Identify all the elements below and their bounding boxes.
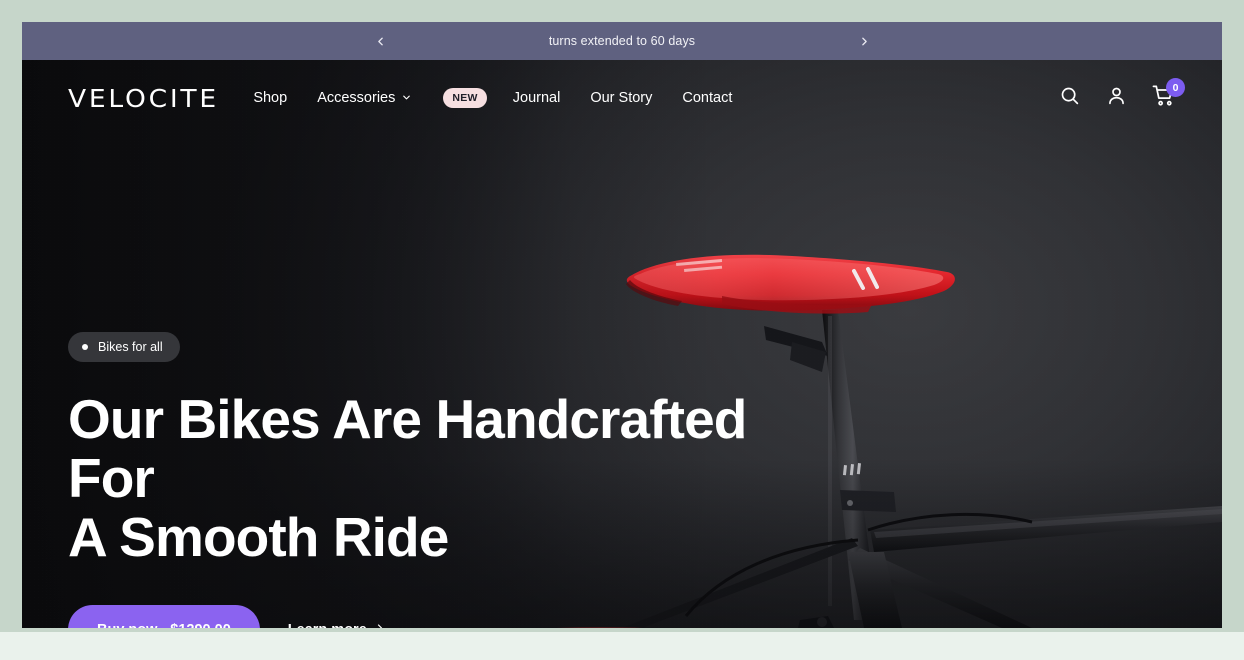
account-button[interactable] [1103,85,1129,111]
hero-content: Bikes for all Our Bikes Are Handcrafted … [68,332,768,628]
hero-eyebrow-pill: Bikes for all [68,332,180,362]
announcement-prev-button[interactable] [363,22,397,60]
cart-count-badge: 0 [1166,78,1185,97]
hero-headline-line-2: For [68,447,155,509]
hero-headline-line-3: A Smooth Ride [68,506,449,568]
announcement-next-button[interactable] [847,22,881,60]
hero-section: VELOCITE Shop Accessories NEW Journal Ou… [22,60,1222,628]
site-canvas: turns extended to 60 days VELOCITE Shop … [22,22,1222,628]
nav-label-accessories: Accessories [317,90,396,106]
nav-item-our-story[interactable]: Our Story [590,90,652,106]
user-icon [1106,85,1127,111]
site-header: VELOCITE Shop Accessories NEW Journal Ou… [22,60,1222,136]
page-frame: turns extended to 60 days VELOCITE Shop … [0,0,1244,660]
hero-headline-line-1: Our Bikes Are Handcrafted [68,388,747,450]
nav-label-journal: Journal [512,90,561,106]
announcement-bar: turns extended to 60 days [22,22,1222,60]
learn-more-button[interactable]: Learn more [288,622,386,629]
hero-headline: Our Bikes Are Handcrafted For A Smooth R… [68,390,768,567]
nav-label-our-story: Our Story [590,90,653,106]
search-button[interactable] [1056,85,1082,111]
new-badge[interactable]: NEW [443,88,487,108]
header-actions: 0 [1056,78,1185,111]
nav-label-shop: Shop [253,90,288,106]
chevron-right-icon [374,622,386,628]
nav-item-accessories[interactable]: Accessories [317,89,412,107]
cart-button[interactable]: 0 [1150,78,1185,111]
nav-item-shop[interactable]: Shop [253,90,287,106]
hero-cta-row: Buy now - $1290.00 Learn more [68,605,768,628]
nav-label-contact: Contact [682,90,733,106]
search-icon [1059,85,1080,111]
buy-now-button[interactable]: Buy now - $1290.00 [68,605,260,628]
learn-more-label: Learn more [288,622,367,629]
logo[interactable]: VELOCITE [68,84,219,113]
chevron-right-icon [858,35,871,48]
dot-icon [82,344,88,350]
chevron-left-icon [374,35,387,48]
announcement-text: turns extended to 60 days [548,34,696,48]
chevron-down-icon [401,91,412,107]
nav-item-contact[interactable]: Contact [682,90,732,106]
nav-item-journal[interactable]: Journal [513,90,561,106]
hero-eyebrow-label: Bikes for all [98,340,163,354]
main-navigation: Shop Accessories NEW Journal Our Story C… [253,88,732,108]
